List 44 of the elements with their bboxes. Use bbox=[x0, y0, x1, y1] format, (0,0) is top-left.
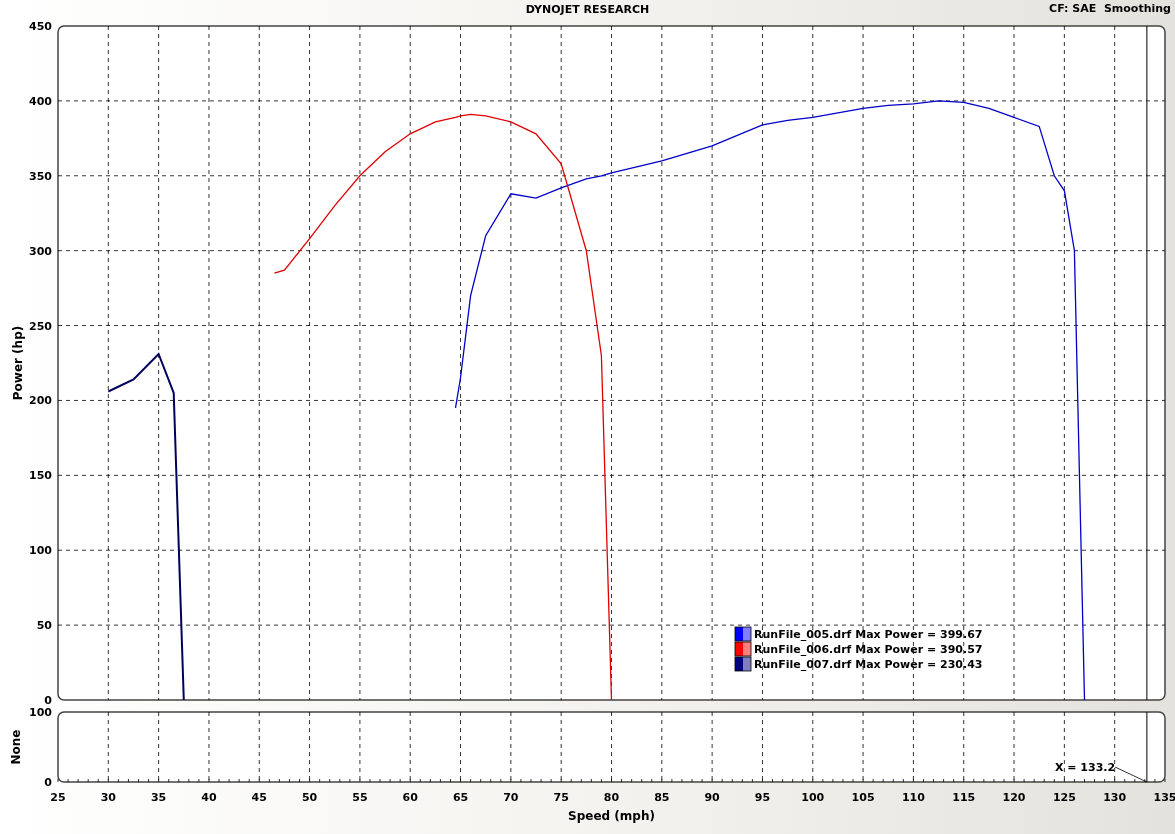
y-tick-label: 250 bbox=[29, 319, 52, 333]
y-tick-label: 400 bbox=[29, 94, 52, 108]
y-tick-label: 50 bbox=[36, 619, 52, 633]
x-tick-label: 115 bbox=[952, 791, 976, 804]
x-tick-label: 65 bbox=[452, 791, 469, 804]
x-tick-label: 45 bbox=[251, 791, 267, 804]
x-tick-label: 105 bbox=[851, 791, 875, 804]
x-tick-label: 25 bbox=[50, 791, 66, 804]
y-tick-label: 450 bbox=[29, 20, 52, 33]
x-tick-label: 95 bbox=[754, 791, 771, 804]
legend-label: RunFile_006.drf Max Power = 390.57 bbox=[754, 643, 983, 656]
y-axis-title: Power (hp) bbox=[11, 325, 25, 401]
x-tick-label: 100 bbox=[801, 791, 825, 804]
x-tick-label: 35 bbox=[151, 791, 167, 804]
legend-label: RunFile_007.drf Max Power = 230.43 bbox=[754, 658, 983, 671]
x-tick-label: 125 bbox=[1052, 791, 1076, 804]
x-tick-label: 135 bbox=[1153, 791, 1175, 804]
x-tick-label: 70 bbox=[503, 791, 519, 804]
x-axis-title: Speed (mph) bbox=[568, 809, 655, 823]
x-tick-label: 110 bbox=[901, 791, 925, 804]
x-tick-label: 130 bbox=[1103, 791, 1127, 804]
x-tick-label: 80 bbox=[603, 791, 620, 804]
cursor-readout: X = 133.2 bbox=[1055, 761, 1116, 774]
x-tick-label: 55 bbox=[352, 791, 368, 804]
legend-label: RunFile_005.drf Max Power = 399.67 bbox=[754, 628, 983, 641]
correction-info: CF: SAE Smoothing bbox=[1049, 2, 1171, 15]
y-tick-label: 100 bbox=[29, 708, 52, 719]
y-tick-label: 300 bbox=[29, 244, 52, 258]
y-tick-label: 200 bbox=[29, 394, 52, 408]
y-tick-label: 0 bbox=[44, 776, 52, 789]
x-tick-label: 75 bbox=[553, 791, 569, 804]
y-tick-label: 100 bbox=[29, 544, 52, 558]
x-tick-label: 30 bbox=[100, 791, 116, 804]
y-axis-title: None bbox=[9, 729, 23, 765]
x-tick-label: 90 bbox=[704, 791, 720, 804]
y-tick-label: 150 bbox=[29, 469, 52, 483]
x-tick-label: 40 bbox=[201, 791, 217, 804]
x-tick-label: 85 bbox=[654, 791, 670, 804]
x-tick-label: 50 bbox=[301, 791, 318, 804]
x-tick-label: 120 bbox=[1002, 791, 1026, 804]
x-tick-label: 60 bbox=[402, 791, 418, 804]
chart-title: DYNOJET RESEARCH bbox=[525, 2, 650, 16]
y-tick-label: 0 bbox=[44, 694, 52, 707]
y-tick-label: 350 bbox=[29, 169, 52, 183]
